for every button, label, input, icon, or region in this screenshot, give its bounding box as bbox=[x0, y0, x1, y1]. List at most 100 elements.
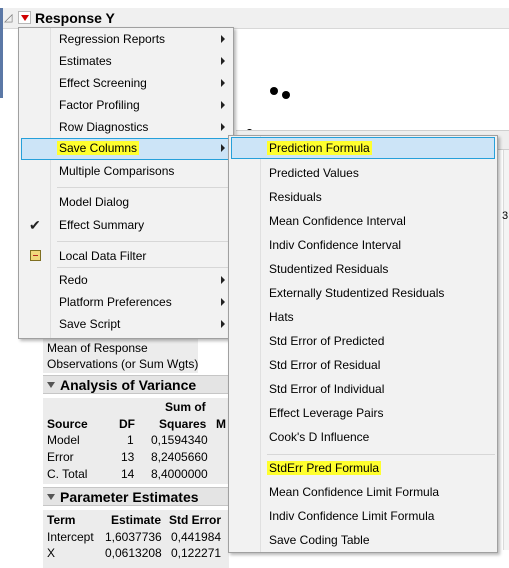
plot-point bbox=[270, 87, 278, 95]
submenu-item-indiv-confidence-interval[interactable]: Indiv Confidence Interval bbox=[231, 234, 495, 256]
submenu-item-predicted-values[interactable]: Predicted Values bbox=[231, 162, 495, 184]
menu-item-effect-summary[interactable]: ✔ Effect Summary bbox=[21, 215, 231, 237]
menu-item-label: Indiv Confidence Interval bbox=[269, 238, 402, 252]
param-section-header[interactable]: Parameter Estimates bbox=[43, 487, 229, 506]
submenu-item-cooks-d-influence[interactable]: Cook's D Influence bbox=[231, 426, 495, 448]
red-triangle-menu-button[interactable] bbox=[18, 11, 31, 24]
menu-separator bbox=[57, 267, 229, 268]
menu-item-label: Multiple Comparisons bbox=[59, 164, 175, 178]
plot-point bbox=[282, 91, 290, 99]
menu-separator bbox=[267, 454, 495, 455]
table-cell: C. Total bbox=[47, 467, 88, 481]
submenu-item-studentized-residuals[interactable]: Studentized Residuals bbox=[231, 258, 495, 280]
submenu-item-effect-leverage-pairs[interactable]: Effect Leverage Pairs bbox=[231, 402, 495, 424]
table-cell: 8,4000000 bbox=[151, 467, 208, 481]
summary-label: Mean of Response bbox=[47, 341, 148, 355]
table-cell: X bbox=[47, 546, 56, 560]
submenu-arrow-icon bbox=[221, 123, 225, 131]
submenu-arrow-icon bbox=[221, 79, 225, 87]
menu-item-save-script[interactable]: Save Script bbox=[21, 314, 231, 336]
menu-item-regression-reports[interactable]: Regression Reports bbox=[21, 29, 231, 51]
menu-item-label: Save Columns bbox=[57, 141, 140, 155]
menu-item-label: Effect Summary bbox=[59, 218, 145, 232]
submenu-item-hats[interactable]: Hats bbox=[231, 306, 495, 328]
checkmark-icon: ✔ bbox=[29, 217, 41, 233]
anova-section-header[interactable]: Analysis of Variance bbox=[43, 375, 229, 394]
submenu-item-std-error-of-predicted[interactable]: Std Error of Predicted bbox=[231, 330, 495, 352]
menu-item-label: StdErr Pred Formula bbox=[267, 461, 382, 475]
submenu-item-std-error-of-residual[interactable]: Std Error of Residual bbox=[231, 354, 495, 376]
menu-item-label: Cook's D Influence bbox=[269, 430, 370, 444]
table-cell: 0,122271 bbox=[171, 546, 222, 560]
column-header: Estimate bbox=[111, 513, 162, 527]
menu-item-label: Hats bbox=[269, 310, 294, 324]
submenu-arrow-icon bbox=[221, 35, 225, 43]
outline-rule bbox=[0, 8, 3, 98]
menu-separator bbox=[57, 187, 229, 188]
menu-item-label: Predicted Values bbox=[269, 166, 359, 180]
menu-item-label: Std Error of Residual bbox=[269, 358, 381, 372]
table-cell: 0,1594340 bbox=[151, 433, 208, 447]
menu-item-row-diagnostics[interactable]: Row Diagnostics bbox=[21, 117, 231, 139]
menu-item-label: Mean Confidence Interval bbox=[269, 214, 406, 228]
menu-item-label: Externally Studentized Residuals bbox=[269, 286, 445, 300]
summary-of-fit-table: Mean of Response Observations (or Sum Wg… bbox=[43, 339, 198, 373]
submenu-arrow-icon bbox=[221, 144, 225, 152]
clipped-value: 3 bbox=[502, 210, 509, 222]
menu-item-label: Residuals bbox=[269, 190, 322, 204]
submenu-item-stderr-pred-formula[interactable]: StdErr Pred Formula bbox=[231, 457, 495, 479]
menu-item-label: Effect Leverage Pairs bbox=[269, 406, 384, 420]
table-cell: Intercept bbox=[47, 530, 94, 544]
menu-item-estimates[interactable]: Estimates bbox=[21, 51, 231, 73]
submenu-arrow-icon bbox=[221, 57, 225, 65]
menu-item-model-dialog[interactable]: Model Dialog bbox=[21, 192, 231, 214]
menu-separator bbox=[57, 241, 229, 242]
menu-item-redo[interactable]: Redo bbox=[21, 270, 231, 292]
menu-item-local-data-filter[interactable]: Local Data Filter bbox=[21, 246, 231, 268]
submenu-arrow-icon bbox=[221, 320, 225, 328]
menu-item-platform-preferences[interactable]: Platform Preferences bbox=[21, 292, 231, 314]
menu-item-multiple-comparisons[interactable]: Multiple Comparisons bbox=[21, 161, 231, 183]
anova-title: Analysis of Variance bbox=[60, 377, 197, 393]
column-header: Squares bbox=[159, 417, 207, 431]
summary-label: Observations (or Sum Wgts) bbox=[47, 357, 199, 371]
column-header: Sum of bbox=[165, 400, 206, 414]
menu-item-label: Std Error of Individual bbox=[269, 382, 385, 396]
save-columns-submenu: Prediction Formula Predicted Values Resi… bbox=[228, 135, 498, 553]
menu-item-factor-profiling[interactable]: Factor Profiling bbox=[21, 95, 231, 117]
menu-item-label: Prediction Formula bbox=[267, 141, 372, 155]
table-cell: 13 bbox=[121, 450, 135, 464]
table-cell: Model bbox=[47, 433, 80, 447]
menu-item-label: Studentized Residuals bbox=[269, 262, 389, 276]
table-cell: Error bbox=[47, 450, 74, 464]
submenu-item-mean-confidence-limit-formula[interactable]: Mean Confidence Limit Formula bbox=[231, 481, 495, 503]
column-header: Std Error bbox=[169, 513, 222, 527]
menu-item-label: Factor Profiling bbox=[59, 98, 140, 112]
submenu-item-std-error-of-individual[interactable]: Std Error of Individual bbox=[231, 378, 495, 400]
column-header: M bbox=[216, 417, 226, 431]
menu-item-label: Row Diagnostics bbox=[59, 120, 149, 134]
table-cell: 0,0613208 bbox=[105, 546, 162, 560]
menu-item-label: Indiv Confidence Limit Formula bbox=[269, 509, 435, 523]
menu-item-label: Platform Preferences bbox=[59, 295, 172, 309]
column-header: DF bbox=[119, 417, 135, 431]
submenu-item-externally-studentized-residuals[interactable]: Externally Studentized Residuals bbox=[231, 282, 495, 304]
submenu-item-save-coding-table[interactable]: Save Coding Table bbox=[231, 529, 495, 551]
submenu-item-mean-confidence-interval[interactable]: Mean Confidence Interval bbox=[231, 210, 495, 232]
submenu-item-prediction-formula[interactable]: Prediction Formula bbox=[231, 137, 495, 159]
platform-context-menu: Regression Reports Estimates Effect Scre… bbox=[18, 27, 234, 339]
submenu-arrow-icon bbox=[221, 298, 225, 306]
menu-item-label: Local Data Filter bbox=[59, 249, 147, 263]
menu-item-save-columns[interactable]: Save Columns bbox=[21, 138, 231, 160]
disclosure-icon bbox=[47, 494, 55, 501]
submenu-item-indiv-confidence-limit-formula[interactable]: Indiv Confidence Limit Formula bbox=[231, 505, 495, 527]
anova-table: Sum of Source DF Squares M Model 1 0,159… bbox=[43, 398, 229, 484]
table-cell: 0,441984 bbox=[171, 530, 222, 544]
menu-item-effect-screening[interactable]: Effect Screening bbox=[21, 73, 231, 95]
menu-item-label: Effect Screening bbox=[59, 76, 147, 90]
table-cell: 1 bbox=[127, 433, 134, 447]
menu-item-label: Mean Confidence Limit Formula bbox=[269, 485, 440, 499]
outline-toggle-icon[interactable]: ◿ bbox=[4, 11, 12, 24]
menu-item-label: Estimates bbox=[59, 54, 112, 68]
submenu-item-residuals[interactable]: Residuals bbox=[231, 186, 495, 208]
